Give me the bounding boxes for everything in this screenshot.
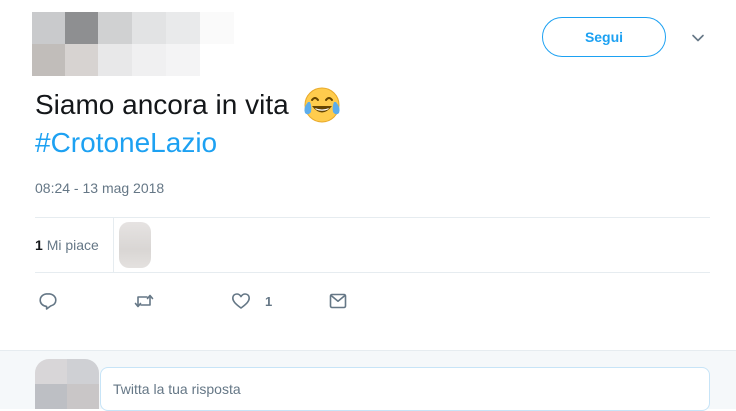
follow-button[interactable]: Segui [542, 17, 666, 57]
retweet-icon [134, 294, 154, 308]
heart-icon [232, 293, 250, 309]
chevron-down-icon[interactable] [690, 30, 706, 46]
retweet-button[interactable] [134, 290, 154, 312]
like-count: 1 [265, 293, 273, 309]
user-name-blurred[interactable] [98, 12, 234, 76]
tweet-card: Segui Siamo ancora in vita #CrotoneLazio… [0, 0, 736, 350]
likes-number: 1 [35, 237, 43, 253]
user-avatar[interactable] [32, 12, 98, 76]
tweet-text: Siamo ancora in vita #CrotoneLazio [35, 86, 343, 162]
stats-divider [112, 218, 114, 272]
reply-button[interactable] [38, 290, 58, 312]
like-button[interactable]: 1 [231, 290, 272, 312]
current-user-avatar [35, 359, 99, 409]
tweet-stats: 1 Mi piace [35, 218, 710, 272]
hashtag-link[interactable]: #CrotoneLazio [35, 124, 217, 162]
divider [35, 272, 710, 273]
tweet-body: Siamo ancora in vita [35, 89, 289, 120]
likes-label: Mi piace [46, 237, 99, 253]
reply-input[interactable] [100, 367, 710, 411]
liker-avatar[interactable] [118, 222, 151, 268]
envelope-icon [329, 293, 347, 309]
reply-icon [39, 293, 57, 310]
likes-count[interactable]: 1 Mi piace [35, 237, 99, 253]
tweet-timestamp[interactable]: 08:24 - 13 mag 2018 [35, 180, 164, 196]
tears-of-joy-emoji-icon [301, 84, 343, 126]
tweet-actions: 1 [38, 290, 378, 312]
direct-message-button[interactable] [328, 290, 348, 312]
